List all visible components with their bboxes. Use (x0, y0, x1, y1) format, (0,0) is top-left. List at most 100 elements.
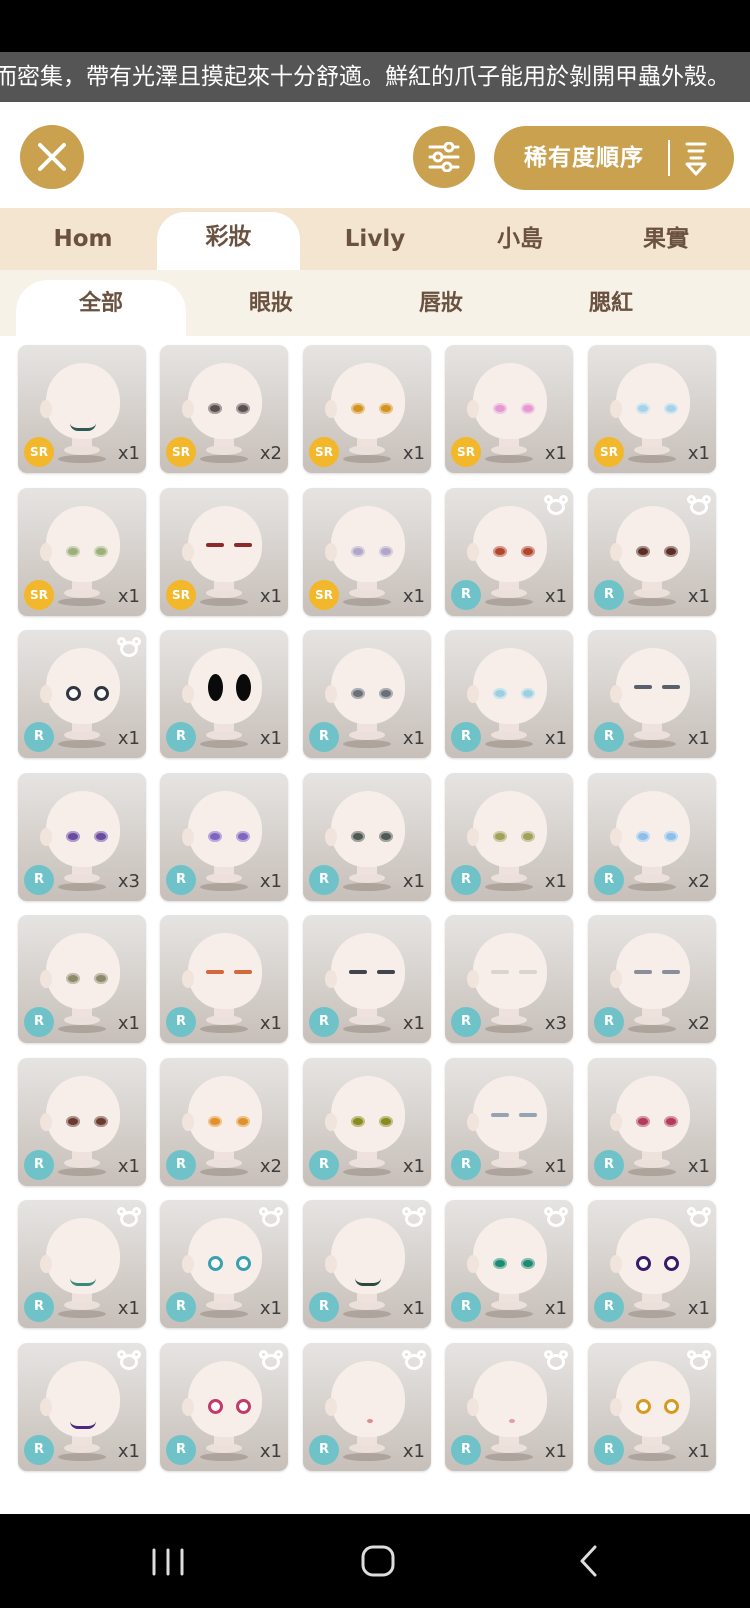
item-quantity: x2 (259, 1156, 282, 1177)
makeup-item-card[interactable]: Rx1 (160, 630, 288, 758)
item-quantity: x1 (544, 1298, 567, 1319)
close-button[interactable] (20, 125, 84, 189)
tab-makeup[interactable]: 彩妝 (157, 212, 300, 270)
tab-island[interactable]: 小島 (450, 208, 590, 270)
makeup-item-card[interactable]: SR x1 (18, 488, 146, 616)
makeup-item-card[interactable]: Rx1 (18, 1058, 146, 1186)
pedestal-shadow (58, 883, 106, 891)
makeup-item-card[interactable]: Rx1 (160, 1200, 288, 1328)
makeup-item-card[interactable]: Rx2 (588, 773, 716, 901)
mannequin-ear (467, 828, 479, 846)
subtab-all[interactable]: 全部 (16, 280, 186, 336)
makeup-item-card[interactable]: Rx3 (18, 773, 146, 901)
makeup-eye-left (66, 686, 81, 701)
makeup-item-card[interactable]: Rx1 (160, 773, 288, 901)
mannequin-ear (467, 970, 479, 988)
makeup-item-card[interactable]: Rx1 (445, 773, 573, 901)
bear-icon-part (547, 1211, 565, 1227)
tab-livly[interactable]: Livly (305, 208, 445, 270)
makeup-eye-left (351, 688, 365, 699)
makeup-item-card[interactable]: Rx1 (303, 1343, 431, 1471)
bear-icon (687, 1349, 711, 1371)
makeup-item-card[interactable]: SR x1 (445, 345, 573, 473)
rarity-badge: R (594, 865, 624, 895)
rarity-badge: R (309, 1007, 339, 1037)
makeup-item-card[interactable]: Rx1 (445, 1058, 573, 1186)
makeup-item-card[interactable]: Rx1 (445, 488, 573, 616)
makeup-item-card[interactable]: SR x1 (303, 488, 431, 616)
sort-order-button[interactable]: 稀有度順序 (494, 126, 734, 190)
pedestal-shadow (628, 1453, 676, 1461)
recent-apps-button[interactable] (123, 1514, 213, 1608)
makeup-item-card[interactable]: SR x1 (160, 488, 288, 616)
makeup-eye-right (94, 973, 108, 984)
pedestal-shadow (485, 1025, 533, 1033)
makeup-eye-right (94, 686, 109, 701)
makeup-eye-left (493, 688, 507, 699)
makeup-item-card[interactable]: Rx2 (160, 1058, 288, 1186)
makeup-eye-right (664, 831, 678, 842)
bear-icon-part (405, 1354, 423, 1370)
pedestal-shadow (628, 740, 676, 748)
subtab-eye-makeup[interactable]: 眼妝 (186, 270, 356, 336)
home-button[interactable] (333, 1514, 423, 1608)
bear-icon-part (405, 1211, 423, 1227)
rarity-badge: R (166, 722, 196, 752)
bear-icon (402, 1206, 426, 1228)
makeup-mouth (355, 1278, 381, 1286)
makeup-item-card[interactable]: Rx1 (160, 1343, 288, 1471)
makeup-eye-left (636, 1116, 650, 1127)
makeup-item-card[interactable]: Rx1 (445, 630, 573, 758)
back-button[interactable] (544, 1514, 634, 1608)
makeup-item-card[interactable]: Rx1 (303, 1058, 431, 1186)
mannequin-head (473, 1218, 547, 1294)
mannequin-head (331, 648, 405, 724)
makeup-item-card[interactable]: Rx1 (18, 1343, 146, 1471)
makeup-item-card[interactable]: Rx1 (588, 630, 716, 758)
item-quantity: x1 (117, 443, 140, 464)
makeup-item-card[interactable]: Rx1 (445, 1343, 573, 1471)
makeup-item-card[interactable]: Rx1 (303, 630, 431, 758)
makeup-mouth (70, 1421, 96, 1429)
makeup-item-card[interactable]: Rx2 (588, 915, 716, 1043)
subtab-blush[interactable]: 腮紅 (526, 270, 696, 336)
pedestal-shadow (343, 598, 391, 606)
mannequin-head (616, 791, 690, 867)
mannequin-ear (610, 685, 622, 703)
makeup-item-card[interactable]: Rx1 (18, 630, 146, 758)
filter-button[interactable] (413, 126, 475, 188)
bear-icon-part (262, 1354, 280, 1370)
makeup-item-card[interactable]: Rx1 (303, 915, 431, 1043)
makeup-eye-right (664, 546, 678, 557)
item-grid: SR x1 SR x2 SR x1 SR x1 SR x1 SR x1 SR x1 SR x1 Rx1 Rx1 Rx… (18, 345, 734, 1514)
bear-icon-part (262, 1211, 280, 1227)
makeup-item-card[interactable]: Rx1 (588, 488, 716, 616)
makeup-item-card[interactable]: Rx1 (303, 773, 431, 901)
makeup-item-card[interactable]: Rx1 (588, 1058, 716, 1186)
tab-hom[interactable]: Hom (18, 208, 148, 270)
makeup-item-card[interactable]: SR x1 (303, 345, 431, 473)
subtab-lip-makeup[interactable]: 唇妝 (356, 270, 526, 336)
mannequin-head (473, 1361, 547, 1437)
makeup-item-card[interactable]: Rx1 (160, 915, 288, 1043)
tab-fruit[interactable]: 果實 (596, 208, 736, 270)
makeup-item-card[interactable]: Rx1 (18, 1200, 146, 1328)
makeup-item-card[interactable]: Rx1 (588, 1200, 716, 1328)
item-description-ticker: 而密集，帶有光澤且摸起來十分舒適。鮮紅的爪子能用於剝開甲蟲外殼。 (0, 52, 750, 102)
rarity-badge: R (594, 1007, 624, 1037)
makeup-item-card[interactable]: SR x1 (588, 345, 716, 473)
pedestal-shadow (343, 883, 391, 891)
makeup-item-card[interactable]: Rx1 (18, 915, 146, 1043)
makeup-item-card[interactable]: Rx1 (588, 1343, 716, 1471)
pedestal-shadow (58, 1453, 106, 1461)
makeup-eye-left (66, 831, 80, 842)
mannequin-ear (182, 685, 194, 703)
makeup-item-card[interactable]: Rx1 (303, 1200, 431, 1328)
makeup-item-card[interactable]: Rx1 (445, 1200, 573, 1328)
pedestal-shadow (628, 1025, 676, 1033)
mannequin-ear (325, 685, 337, 703)
makeup-item-card[interactable]: SR x1 (18, 345, 146, 473)
makeup-item-card[interactable]: SR x2 (160, 345, 288, 473)
mannequin-ear (467, 1113, 479, 1131)
makeup-item-card[interactable]: Rx3 (445, 915, 573, 1043)
